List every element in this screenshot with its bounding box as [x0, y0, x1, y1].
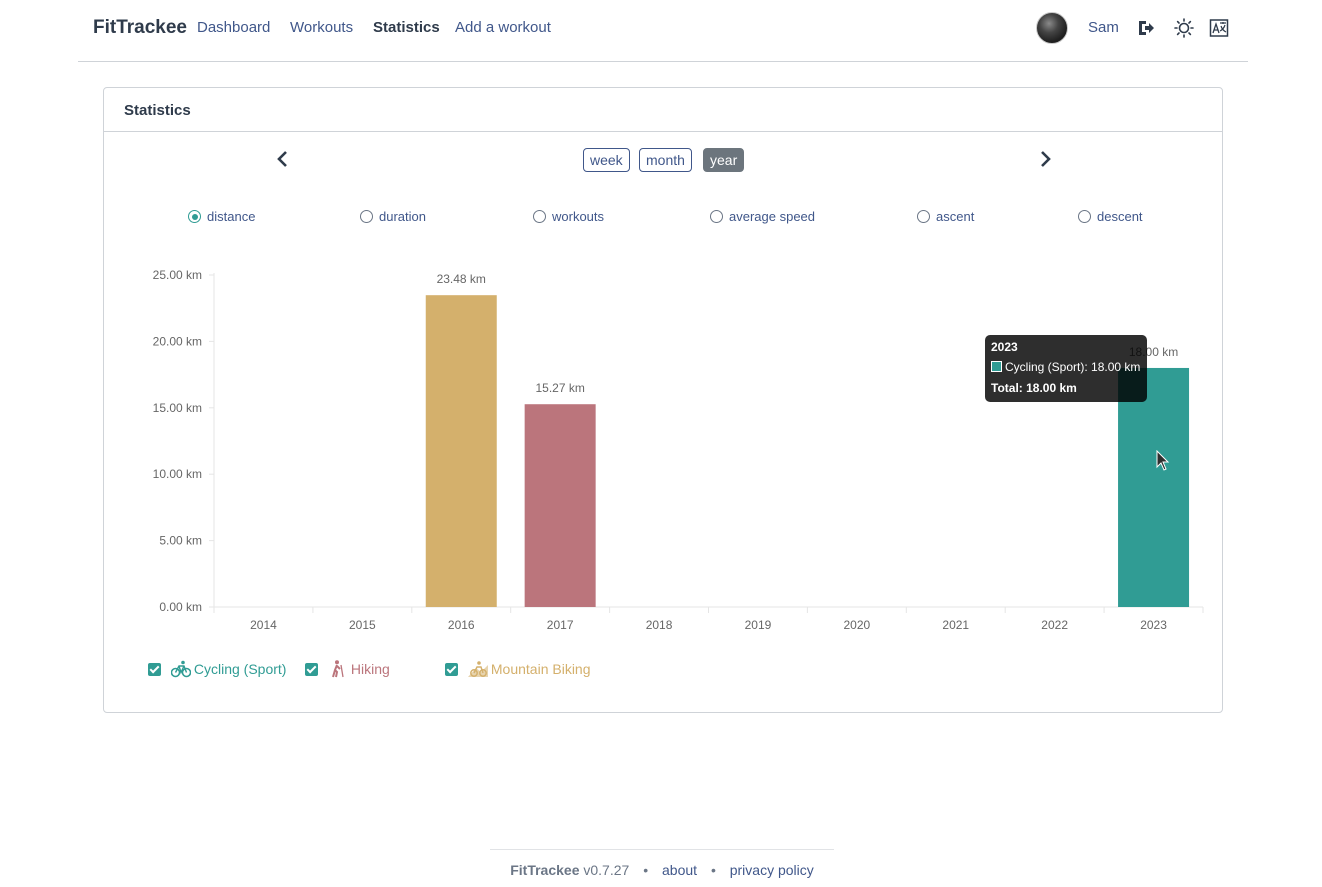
footer: FitTrackee v0.7.27 • about • privacy pol…: [490, 849, 834, 887]
tooltip-value: Cycling (Sport): 18.00 km: [1005, 360, 1141, 374]
x-tick-label: 2019: [745, 618, 772, 632]
x-tick-label: 2014: [250, 618, 277, 632]
legend-label: Mountain Biking: [490, 661, 591, 677]
x-tick-label: 2016: [448, 618, 475, 632]
footer-about-link[interactable]: about: [662, 862, 697, 878]
x-tick-label: 2022: [1041, 618, 1068, 632]
footer-version: v0.7.27: [583, 862, 630, 878]
tooltip-row: Cycling (Sport): 18.00 km: [991, 360, 1141, 374]
legend-label: Hiking: [350, 661, 390, 677]
x-tick-label: 2020: [843, 618, 870, 632]
y-tick-label: 5.00 km: [159, 534, 202, 548]
checkbox-checked-icon[interactable]: [148, 663, 161, 676]
x-tick-label: 2021: [942, 618, 969, 632]
chart-tooltip: 2023 Cycling (Sport): 18.00 km Total: 18…: [985, 335, 1147, 402]
legend-mountain-biking[interactable]: Mountain Biking: [445, 660, 591, 678]
bar-hiking-2017: [524, 404, 596, 607]
footer-separator: •: [643, 862, 649, 878]
checkbox-checked-icon[interactable]: [305, 663, 318, 676]
mountain-biking-icon: [467, 661, 488, 677]
nav-add-workout[interactable]: Add a workout: [455, 19, 551, 36]
bar-total-label: 23.48 km: [437, 272, 486, 286]
footer-privacy-link[interactable]: privacy policy: [730, 862, 814, 878]
x-tick-label: 2023: [1140, 618, 1167, 632]
tooltip-title: 2023: [991, 340, 1018, 354]
bar-total-label: 15.27 km: [535, 381, 584, 395]
bar-mountain-biking-2016: [425, 295, 497, 607]
y-tick-label: 15.00 km: [153, 401, 202, 415]
legend-label: Cycling (Sport): [193, 661, 287, 677]
language-icon[interactable]: [1209, 18, 1229, 38]
logout-icon[interactable]: [1136, 18, 1156, 38]
avatar[interactable]: [1036, 12, 1068, 44]
y-tick-label: 10.00 km: [153, 467, 202, 481]
y-tick-label: 25.00 km: [153, 268, 202, 282]
footer-app-name: FitTrackee: [510, 862, 580, 878]
x-tick-label: 2015: [349, 618, 376, 632]
cycling-icon: [170, 660, 191, 678]
nav-workouts[interactable]: Workouts: [290, 19, 353, 36]
hiking-icon: [331, 660, 344, 678]
nav-dashboard[interactable]: Dashboard: [197, 19, 270, 36]
legend-hiking[interactable]: Hiking: [305, 660, 390, 678]
y-tick-label: 20.00 km: [153, 334, 202, 348]
navbar: FitTrackee Dashboard Workouts Statistics…: [78, 0, 1248, 62]
nav-statistics[interactable]: Statistics: [373, 19, 440, 36]
x-tick-label: 2018: [646, 618, 673, 632]
mouse-cursor-icon: [1156, 450, 1170, 471]
y-tick-label: 0.00 km: [159, 600, 202, 614]
footer-separator: •: [710, 862, 716, 878]
statistics-card: Statistics week month year distance dura…: [103, 87, 1223, 713]
tooltip-swatch: [991, 361, 1002, 372]
sun-icon[interactable]: [1174, 18, 1194, 38]
legend-cycling-sport[interactable]: Cycling (Sport): [148, 660, 286, 678]
app-brand[interactable]: FitTrackee: [93, 17, 187, 39]
bar-cycling-sport-2023: [1118, 367, 1190, 607]
tooltip-total: Total: 18.00 km: [991, 381, 1077, 395]
checkbox-checked-icon[interactable]: [445, 663, 458, 676]
x-tick-label: 2017: [547, 618, 574, 632]
username-link[interactable]: Sam: [1088, 19, 1119, 36]
